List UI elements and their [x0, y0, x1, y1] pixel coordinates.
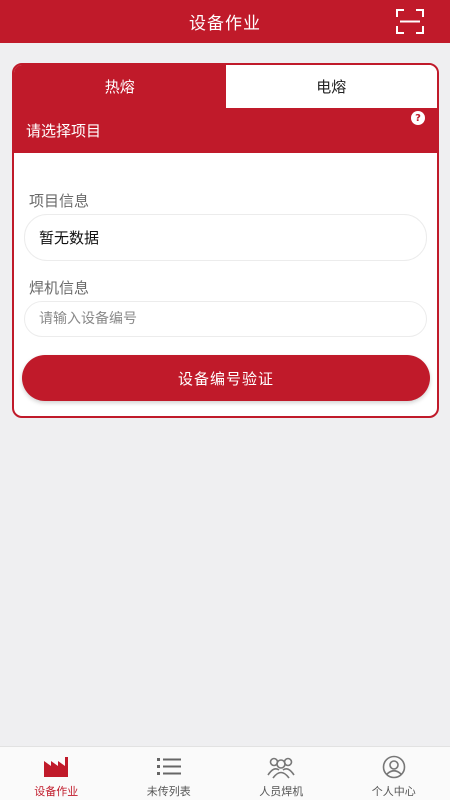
- device-number-field[interactable]: [24, 301, 427, 337]
- nav-label: 个人中心: [371, 785, 416, 798]
- device-number-input[interactable]: [39, 311, 426, 327]
- weld-type-tabs: 热熔 电熔: [14, 65, 437, 108]
- nav-label: 设备作业: [34, 785, 79, 798]
- select-project-label: 请选择项目: [26, 122, 102, 140]
- tab-hot-melt[interactable]: 热熔: [14, 65, 226, 108]
- nav-item-personal-center[interactable]: 个人中心: [338, 747, 450, 800]
- factory-icon: [44, 757, 69, 777]
- people-icon: [267, 757, 295, 779]
- nav-item-device-operation[interactable]: 设备作业: [0, 747, 113, 800]
- list-icon: [156, 758, 181, 775]
- help-icon[interactable]: ?: [411, 111, 425, 125]
- nav-label: 人员焊机: [259, 785, 304, 798]
- welder-info-label: 焊机信息: [29, 279, 90, 297]
- person-icon: [382, 755, 406, 779]
- project-info-value: 暂无数据: [39, 229, 100, 247]
- page-title: 设备作业: [189, 14, 261, 34]
- bottom-nav: 设备作业 未传列表 人员焊机 个人中心: [0, 746, 450, 800]
- nav-item-untransmitted-list[interactable]: 未传列表: [113, 747, 226, 800]
- verify-device-button[interactable]: 设备编号验证: [22, 355, 430, 401]
- nav-label: 未传列表: [146, 785, 191, 798]
- operation-card: 热熔 电熔 请选择项目 ? 项目信息 暂无数据 焊机信息 设备编号验证: [12, 63, 439, 418]
- app-header: 设备作业: [0, 0, 450, 43]
- tab-electrofusion[interactable]: 电熔: [225, 65, 437, 108]
- nav-item-personnel-welders[interactable]: 人员焊机: [225, 747, 338, 800]
- project-info-label: 项目信息: [29, 192, 90, 210]
- project-info-field: 暂无数据: [24, 214, 427, 261]
- select-project-bar[interactable]: 请选择项目: [14, 108, 437, 153]
- scan-icon[interactable]: [396, 9, 424, 34]
